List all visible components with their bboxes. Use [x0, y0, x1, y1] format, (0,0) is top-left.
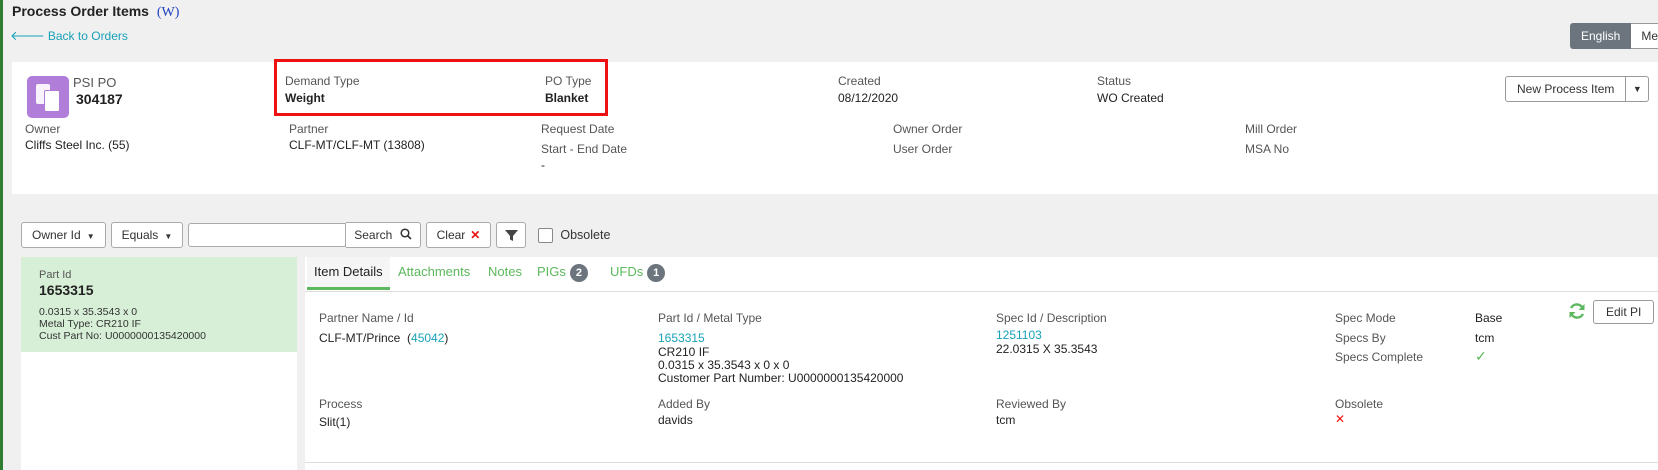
user-order-label: User Order — [893, 142, 953, 156]
part-id-link[interactable]: 1653315 — [658, 331, 705, 345]
msa-no-label: MSA No — [1245, 142, 1290, 156]
tab-pigs[interactable]: PIGs 2 — [537, 257, 588, 287]
created-label: Created — [838, 74, 881, 88]
obsolete-checkbox[interactable] — [538, 227, 554, 243]
ufds-count-badge: 1 — [647, 264, 666, 282]
window-edge — [0, 0, 3, 470]
search-input[interactable] — [188, 223, 347, 247]
status-label: Status — [1097, 74, 1132, 88]
close-icon: ✕ — [470, 228, 481, 242]
search-icon — [400, 228, 412, 240]
clear-button-label: Clear — [436, 228, 466, 242]
obsolete-label: Obsolete — [1335, 397, 1384, 411]
page-title: Process Order Items (W) — [12, 3, 179, 21]
po-number: 304187 — [76, 91, 123, 107]
start-end-date-value: - — [541, 158, 545, 172]
language-toggle: English Me — [1570, 23, 1658, 49]
documents-icon — [27, 76, 69, 118]
pigs-count-badge: 2 — [569, 264, 588, 282]
title-suffix: (W) — [156, 5, 180, 20]
partner-name-label: Partner Name / Id — [319, 311, 414, 325]
order-header-card: PSI PO 304187 Demand Type Weight PO Type… — [12, 62, 1658, 194]
process-value: Slit(1) — [319, 415, 351, 429]
owner-label: Owner — [25, 122, 61, 136]
arrow-left-icon: 🡐 — [10, 28, 45, 43]
part-id-label: Part Id — [39, 269, 72, 281]
language-other-button[interactable]: Me — [1631, 23, 1658, 49]
spec-mode-value: Base — [1475, 311, 1503, 325]
caret-down-icon: ▼ — [86, 232, 95, 241]
part-dims: 0.0315 x 35.3543 x 0 — [39, 306, 138, 318]
request-date-label: Request Date — [541, 122, 615, 136]
specs-by-value: tcm — [1475, 331, 1495, 345]
partner-label: Partner — [289, 122, 329, 136]
obsolete-checkbox-label: Obsolete — [560, 228, 611, 242]
reviewed-by-label: Reviewed By — [996, 397, 1067, 411]
part-id-value: 1653315 — [39, 282, 94, 298]
po-type-label: PSI PO — [73, 75, 117, 90]
start-end-date-label: Start - End Date — [541, 142, 628, 156]
spec-id-link[interactable]: 1251103 — [996, 328, 1042, 342]
clear-button[interactable]: Clear ✕ — [425, 222, 492, 248]
page-title-text: Process Order Items — [12, 3, 149, 19]
field-select-value: Owner Id — [32, 228, 81, 242]
search-button-label: Search — [354, 228, 393, 242]
close-icon: ✕ — [1335, 412, 1346, 426]
partner-name-text: CLF-MT/Prince — [319, 331, 401, 345]
owner-order-label: Owner Order — [893, 122, 963, 136]
specs-complete-label: Specs Complete — [1335, 350, 1424, 364]
tab-ufds-label: UFDs — [610, 264, 644, 279]
refresh-icon[interactable] — [1567, 301, 1587, 321]
partner-id-link[interactable]: 45042 — [411, 331, 444, 345]
item-detail-panel: Item Details Attachments Notes PIGs 2 UFD… — [305, 257, 1658, 470]
caret-down-icon[interactable]: ▼ — [1626, 76, 1650, 102]
highlight-box — [274, 59, 608, 116]
operator-select[interactable]: Equals ▼ — [110, 222, 184, 248]
back-link-label: Back to Orders — [47, 29, 128, 43]
spec-mode-label: Spec Mode — [1335, 311, 1396, 325]
spec-id-label: Spec Id / Description — [996, 311, 1107, 325]
owner-value: Cliffs Steel Inc. (55) — [25, 138, 130, 152]
top-bar: Process Order Items (W) 🡐 Back to Orders … — [0, 0, 1658, 60]
customer-part-number: Customer Part Number: U0000000135420000 — [658, 371, 904, 385]
reviewed-by-value: tcm — [996, 413, 1016, 427]
search-button[interactable]: Search — [346, 222, 421, 248]
caret-down-icon: ▼ — [164, 232, 173, 241]
filter-bar: Owner Id ▼ Equals ▼ Search Clear ✕ Obsolete — [21, 222, 610, 248]
field-select[interactable]: Owner Id ▼ — [21, 222, 106, 248]
tab-pigs-label: PIGs — [537, 264, 566, 279]
tab-attachments[interactable]: Attachments — [398, 257, 470, 287]
partner-value: CLF-MT/CLF-MT (13808) — [289, 138, 425, 152]
process-label: Process — [319, 397, 363, 411]
added-by-label: Added By — [658, 397, 711, 411]
language-english-button[interactable]: English — [1570, 23, 1632, 49]
metal-type-value: CR210 IF — [658, 345, 710, 359]
specs-by-label: Specs By — [1335, 331, 1386, 345]
back-to-orders-link[interactable]: 🡐 Back to Orders — [10, 28, 128, 44]
new-process-item-group: New Process Item ▼ — [1505, 76, 1650, 102]
part-list: Part Id 1653315 0.0315 x 35.3543 x 0 Met… — [21, 257, 297, 470]
tab-ufds[interactable]: UFDs 1 — [610, 257, 666, 287]
divider — [305, 462, 1658, 463]
filter-button[interactable] — [496, 222, 527, 248]
detail-tabs: Item Details Attachments Notes PIGs 2 UFD… — [305, 257, 1658, 292]
tab-notes[interactable]: Notes — [488, 257, 522, 287]
part-cust-part-no: Cust Part No: U0000000135420000 — [39, 330, 206, 342]
part-dims-value: 0.0315 x 35.3543 x 0 x 0 — [658, 358, 790, 372]
funnel-icon — [504, 229, 518, 241]
tab-item-details[interactable]: Item Details — [307, 257, 390, 290]
status-value: WO Created — [1097, 91, 1164, 105]
list-item[interactable]: Part Id 1653315 0.0315 x 35.3543 x 0 Met… — [21, 257, 297, 352]
created-value: 08/12/2020 — [838, 91, 899, 105]
checkmark-icon: ✓ — [1475, 348, 1487, 364]
mill-order-label: Mill Order — [1245, 122, 1298, 136]
new-process-item-button[interactable]: New Process Item — [1505, 76, 1627, 102]
part-metal-type: Metal Type: CR210 IF — [39, 318, 141, 330]
operator-select-value: Equals — [121, 228, 159, 242]
added-by-value: davids — [658, 413, 693, 427]
spec-description: 22.0315 X 35.3543 — [996, 342, 1098, 356]
part-id-metal-type-label: Part Id / Metal Type — [658, 311, 762, 325]
partner-name-value: CLF-MT/Prince (45042) — [319, 331, 449, 345]
edit-pi-button[interactable]: Edit PI — [1593, 300, 1655, 324]
